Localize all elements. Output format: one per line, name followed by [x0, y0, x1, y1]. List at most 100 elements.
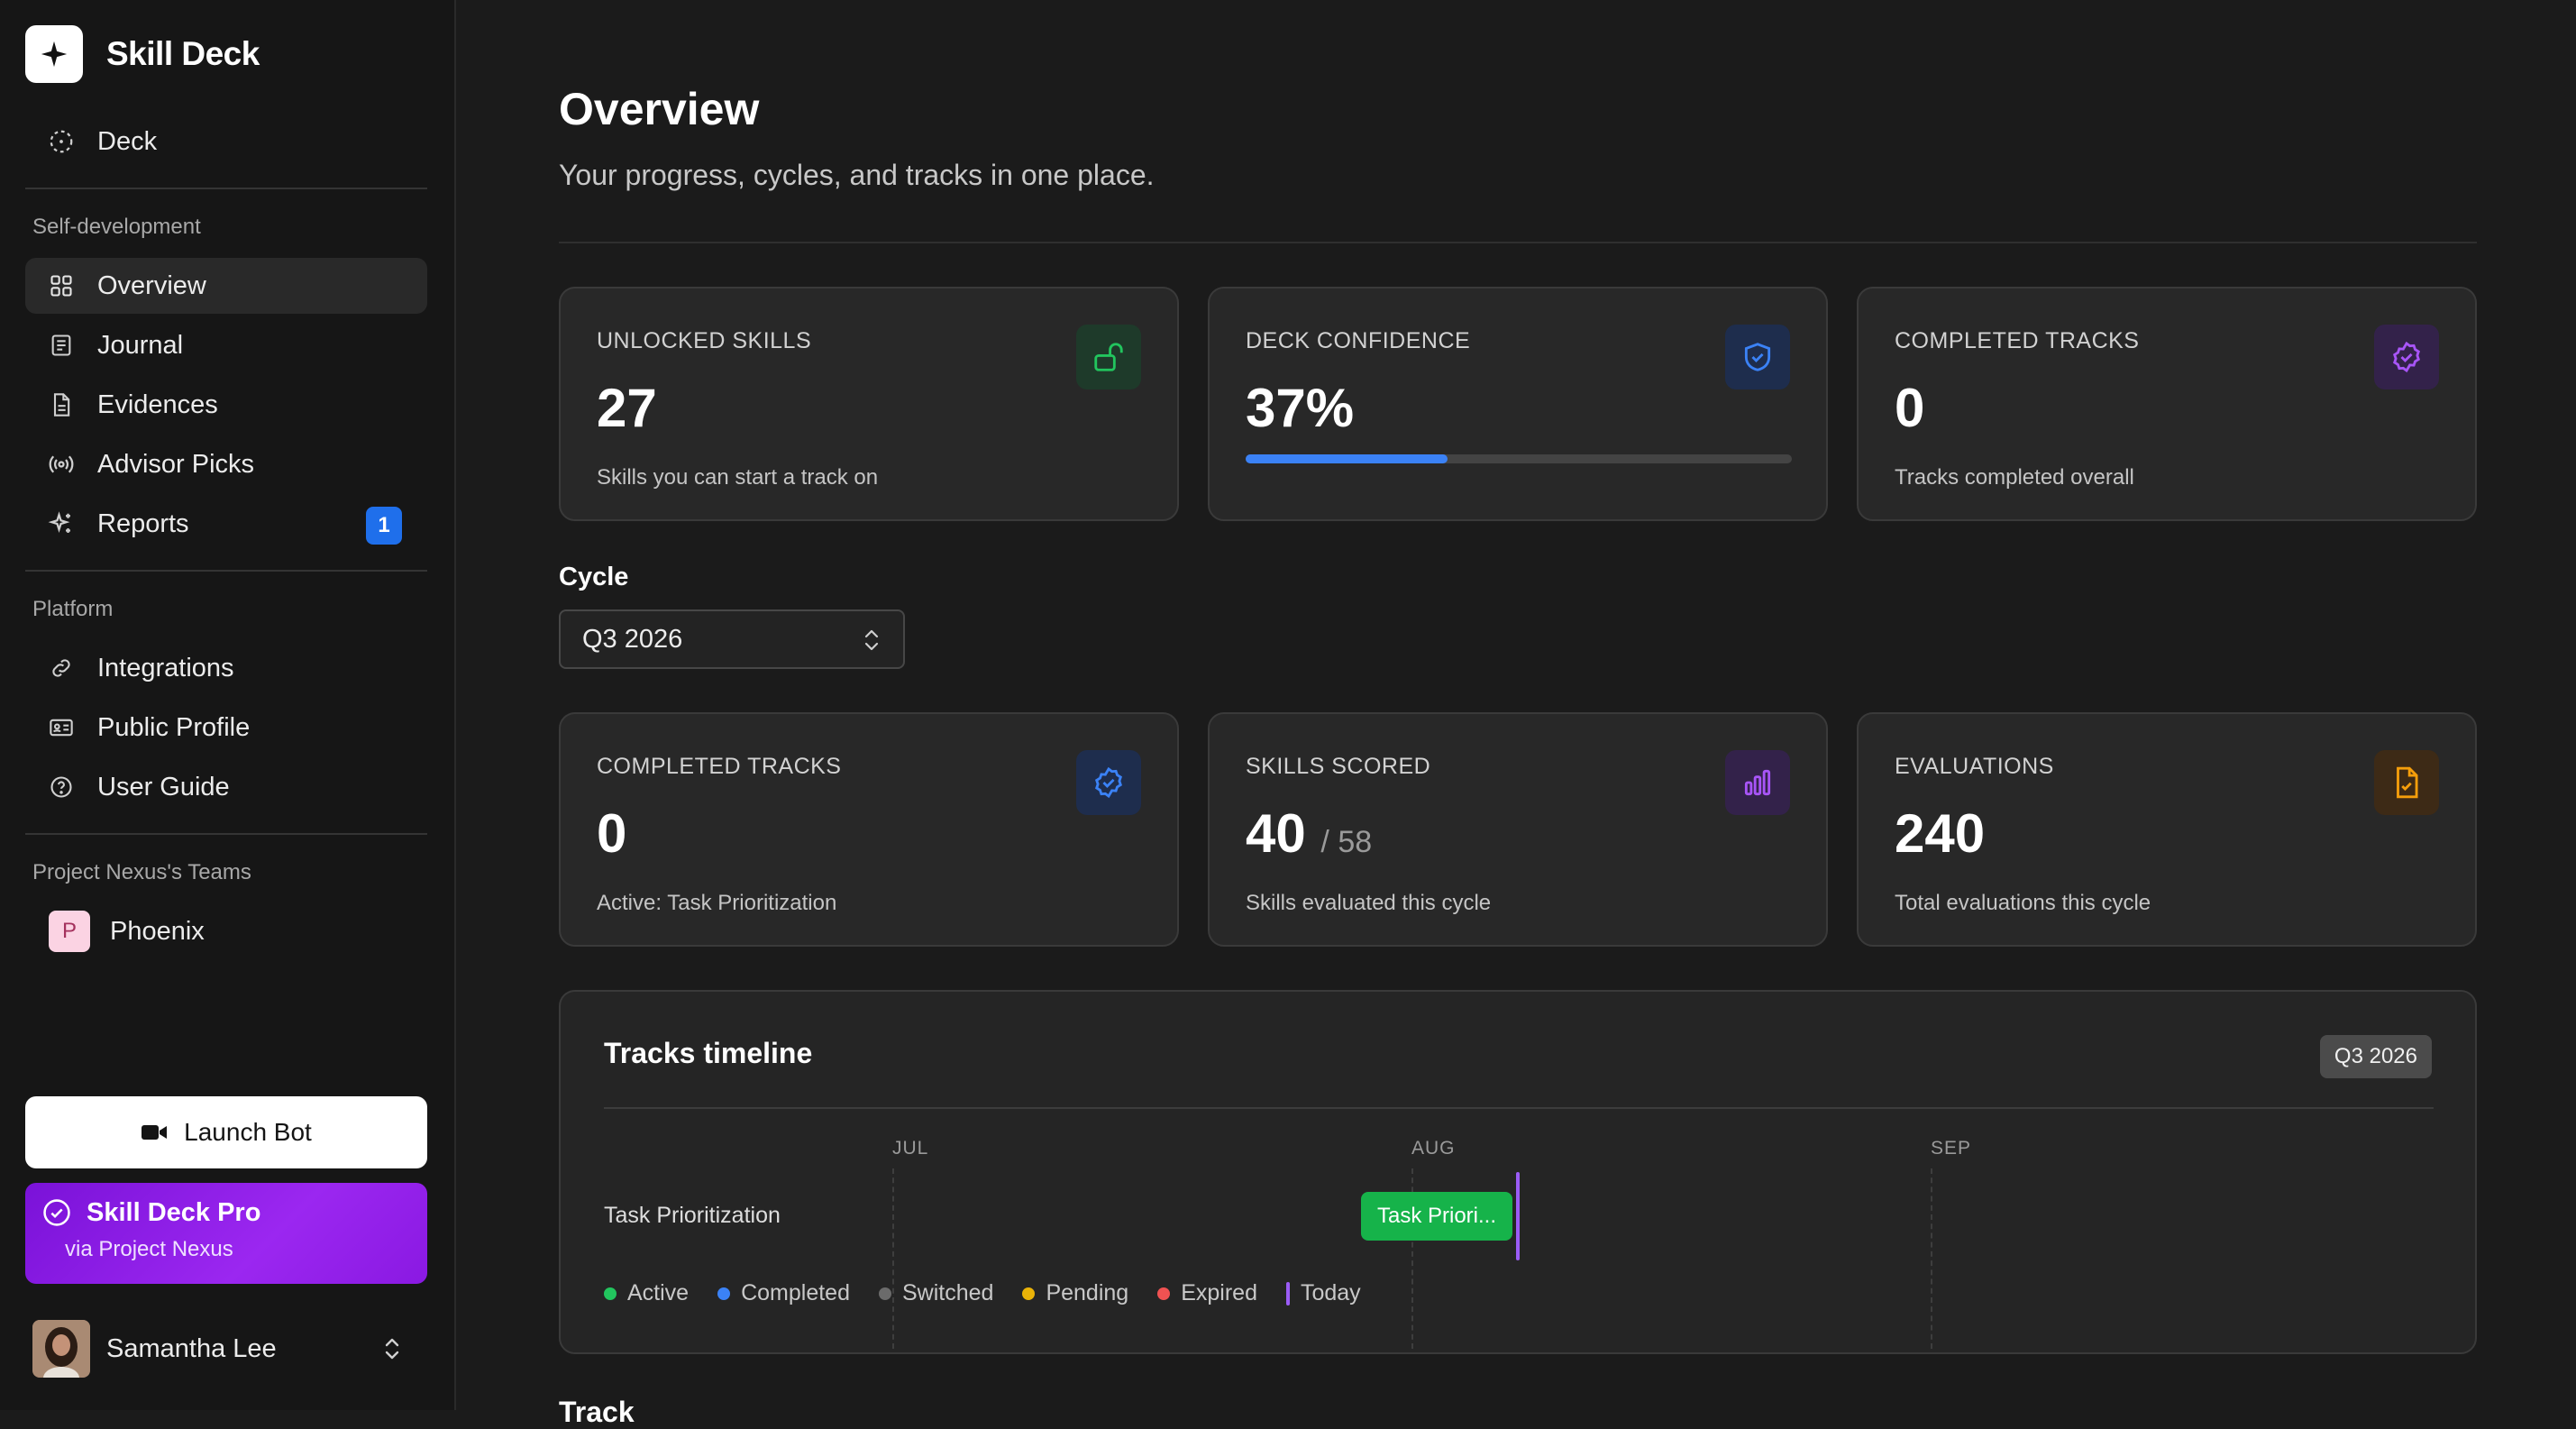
page-subtitle: Your progress, cycles, and tracks in one… — [559, 159, 1155, 191]
timeline-legend: Active Completed Switched Pending Expire… — [604, 1280, 1361, 1306]
card-value: 0 — [1895, 378, 1925, 438]
legend-dot — [879, 1287, 891, 1300]
brand[interactable]: Skill Deck — [25, 25, 260, 83]
video-camera-icon — [141, 1122, 168, 1142]
badge-check-icon — [2374, 325, 2439, 389]
broadcast-icon — [47, 450, 76, 479]
main-content: Overview Your progress, cycles, and trac… — [458, 0, 2576, 1428]
sidebar-divider — [25, 833, 427, 835]
sidebar-item-journal[interactable]: Journal — [25, 317, 427, 373]
cycle-select[interactable]: Q3 2026 — [559, 609, 905, 669]
legend-item-pending: Pending — [1022, 1280, 1128, 1306]
legend-label: Active — [627, 1280, 690, 1305]
sidebar-item-evidences[interactable]: Evidences — [25, 377, 427, 433]
card-value: 37% — [1246, 378, 1355, 438]
badge-check-icon — [1076, 750, 1141, 815]
legend-item-switched: Switched — [879, 1280, 993, 1306]
sidebar-item-deck[interactable]: Deck — [25, 114, 427, 169]
id-card-icon — [47, 713, 76, 742]
legend-today-mark — [1285, 1281, 1290, 1305]
reports-count-badge: 1 — [366, 507, 402, 545]
legend-label: Pending — [1046, 1280, 1129, 1305]
dashed-circle-icon — [47, 127, 76, 156]
sidebar-item-team-phoenix[interactable]: P Phoenix — [25, 903, 427, 959]
month-gridline — [1931, 1168, 1932, 1349]
sidebar-divider — [25, 570, 427, 572]
journal-icon — [47, 331, 76, 360]
card-label: COMPLETED TRACKS — [1895, 328, 2140, 353]
unlock-icon — [1076, 325, 1141, 389]
legend-label: Today — [1300, 1280, 1361, 1305]
sparkles-icon — [47, 509, 76, 538]
user-menu[interactable]: Samantha Lee — [25, 1314, 427, 1383]
sidebar-item-label: Overview — [97, 270, 206, 300]
sidebar-item-label: Integrations — [97, 653, 234, 682]
legend-item-today: Today — [1285, 1280, 1361, 1306]
sidebar-item-label: Reports — [97, 508, 189, 538]
user-name: Samantha Lee — [106, 1333, 277, 1363]
timeline-cycle-badge: Q3 2026 — [2319, 1035, 2432, 1078]
month-label-sep: SEP — [1931, 1138, 1972, 1159]
section-label-self-development: Self-development — [32, 215, 201, 239]
sidebar-item-label: Phoenix — [110, 916, 205, 946]
sidebar-item-label: Public Profile — [97, 712, 251, 742]
card-description: Skills evaluated this cycle — [1246, 891, 1492, 915]
file-check-icon — [2374, 750, 2439, 815]
legend-label: Completed — [741, 1280, 850, 1305]
completed-tracks-cycle-card: COMPLETED TRACKS 0 Active: Task Prioriti… — [559, 712, 1179, 947]
timeline-title: Tracks timeline — [604, 1037, 813, 1069]
sidebar: Skill Deck Deck Self-development Overvie… — [0, 0, 456, 1410]
grid-icon — [47, 271, 76, 300]
sidebar-item-integrations[interactable]: Integrations — [25, 640, 427, 696]
brand-name: Skill Deck — [106, 35, 260, 72]
pro-plan-title: Skill Deck Pro — [87, 1197, 261, 1227]
card-value: 40 / 58 — [1246, 802, 1372, 865]
card-label: EVALUATIONS — [1895, 754, 2054, 779]
section-label-teams: Project Nexus's Teams — [32, 860, 251, 884]
card-label: COMPLETED TRACKS — [597, 754, 842, 779]
sidebar-item-public-profile[interactable]: Public Profile — [25, 700, 427, 756]
sidebar-item-reports[interactable]: Reports 1 — [25, 496, 427, 552]
bar-chart-icon — [1725, 750, 1790, 815]
sidebar-divider — [25, 188, 427, 189]
deck-confidence-card: DECK CONFIDENCE 37% — [1208, 287, 1828, 521]
chevron-up-down-icon — [382, 1335, 402, 1362]
badge-check-icon — [41, 1197, 72, 1228]
timeline-divider — [604, 1107, 2434, 1109]
skills-scored-value: 40 — [1246, 803, 1306, 864]
team-avatar: P — [49, 911, 90, 952]
legend-item-expired: Expired — [1157, 1280, 1257, 1306]
legend-dot — [1022, 1287, 1036, 1300]
pro-plan-card[interactable]: Skill Deck Pro via Project Nexus — [25, 1183, 427, 1284]
cycle-select-value: Q3 2026 — [582, 624, 683, 654]
timeline-row-label: Task Prioritization — [604, 1203, 781, 1228]
launch-bot-button[interactable]: Launch Bot — [25, 1096, 427, 1168]
track-section-title: Track — [559, 1396, 635, 1428]
card-description: Tracks completed overall — [1895, 465, 2134, 490]
sidebar-item-label: User Guide — [97, 772, 230, 802]
card-value: 27 — [597, 378, 657, 438]
card-description: Total evaluations this cycle — [1895, 891, 2151, 915]
legend-dot — [717, 1287, 731, 1300]
sidebar-item-label: Evidences — [97, 389, 218, 419]
confidence-progress-bar — [1246, 454, 1792, 463]
card-value: 240 — [1895, 803, 1986, 864]
timeline-track-bar[interactable]: Task Priori... — [1361, 1192, 1512, 1241]
pro-plan-subtitle: via Project Nexus — [65, 1237, 233, 1261]
sparkle-logo-icon — [25, 25, 83, 83]
card-label: UNLOCKED SKILLS — [597, 328, 812, 353]
sidebar-item-overview[interactable]: Overview — [25, 258, 427, 314]
unlocked-skills-card: UNLOCKED SKILLS 27 Skills you can start … — [559, 287, 1179, 521]
completed-tracks-overall-card: COMPLETED TRACKS 0 Tracks completed over… — [1857, 287, 2477, 521]
sidebar-item-advisor-picks[interactable]: Advisor Picks — [25, 436, 427, 492]
chevron-up-down-icon — [862, 626, 882, 655]
cycle-label: Cycle — [559, 563, 629, 591]
sidebar-item-label: Advisor Picks — [97, 449, 255, 479]
help-circle-icon — [47, 773, 76, 802]
legend-item-completed: Completed — [717, 1280, 850, 1306]
card-description: Skills you can start a track on — [597, 465, 879, 490]
section-label-platform: Platform — [32, 597, 114, 621]
sidebar-item-user-guide[interactable]: User Guide — [25, 759, 427, 815]
legend-dot — [604, 1287, 617, 1300]
month-gridline — [892, 1168, 894, 1349]
